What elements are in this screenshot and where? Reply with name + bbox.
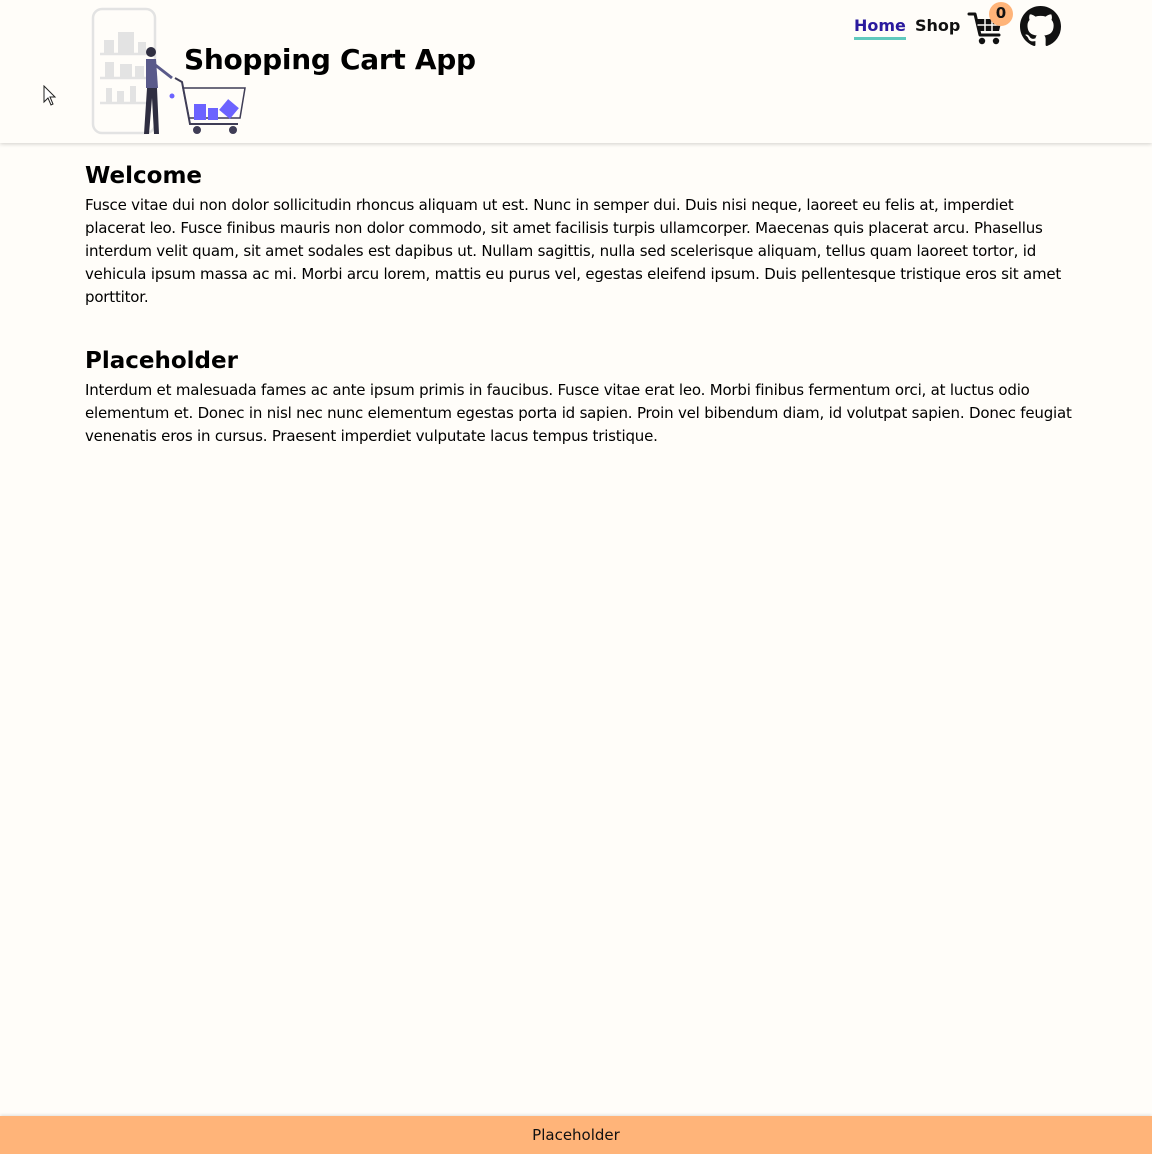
mouse-cursor-icon [43,85,57,106]
nav-link-home[interactable]: Home [854,16,906,40]
nav-link-shop[interactable]: Shop [915,16,960,35]
placeholder-section: Placeholder Interdum et malesuada fames … [85,345,1075,448]
main-content: Welcome Fusce vitae dui non dolor sollic… [85,160,1075,448]
page-footer: Placeholder [0,1116,1152,1154]
welcome-section: Welcome Fusce vitae dui non dolor sollic… [85,160,1075,309]
github-icon[interactable] [1020,6,1061,47]
app-header: Shopping Cart App Home Shop 0 [0,0,1152,143]
cart-count-badge: 0 [989,2,1013,26]
section-body: Interdum et malesuada fames ac ante ipsu… [85,381,1072,445]
app-title: Shopping Cart App [184,43,476,76]
section-title: Welcome [85,163,203,189]
section-title: Placeholder [85,348,238,374]
section-body: Fusce vitae dui non dolor sollicitudin r… [85,196,1062,306]
